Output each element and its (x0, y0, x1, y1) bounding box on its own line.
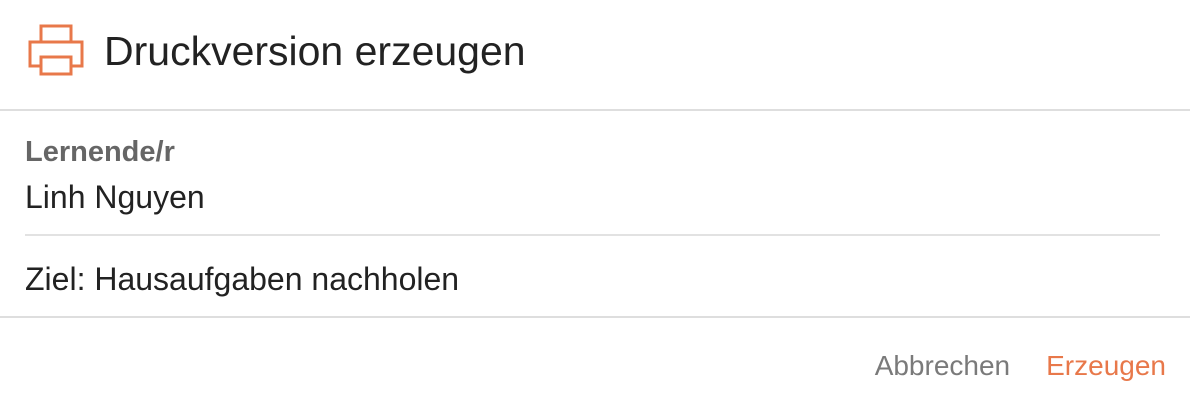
print-dialog: Druckversion erzeugen Lernende/r Linh Ng… (0, 0, 1190, 408)
learner-name: Linh Nguyen (25, 179, 205, 215)
printer-icon (28, 24, 84, 76)
footer-divider (0, 316, 1190, 318)
dialog-title: Druckversion erzeugen (104, 28, 526, 74)
dialog-actions: Abbrechen Erzeugen (875, 346, 1166, 386)
confirm-button[interactable]: Erzeugen (1046, 346, 1166, 386)
learner-label: Lernende/r (25, 136, 175, 168)
divider (25, 234, 1160, 236)
goal-text: Ziel: Hausaufgaben nachholen (25, 261, 460, 297)
dialog-header: Druckversion erzeugen (0, 0, 1190, 111)
cancel-button[interactable]: Abbrechen (875, 346, 1010, 386)
